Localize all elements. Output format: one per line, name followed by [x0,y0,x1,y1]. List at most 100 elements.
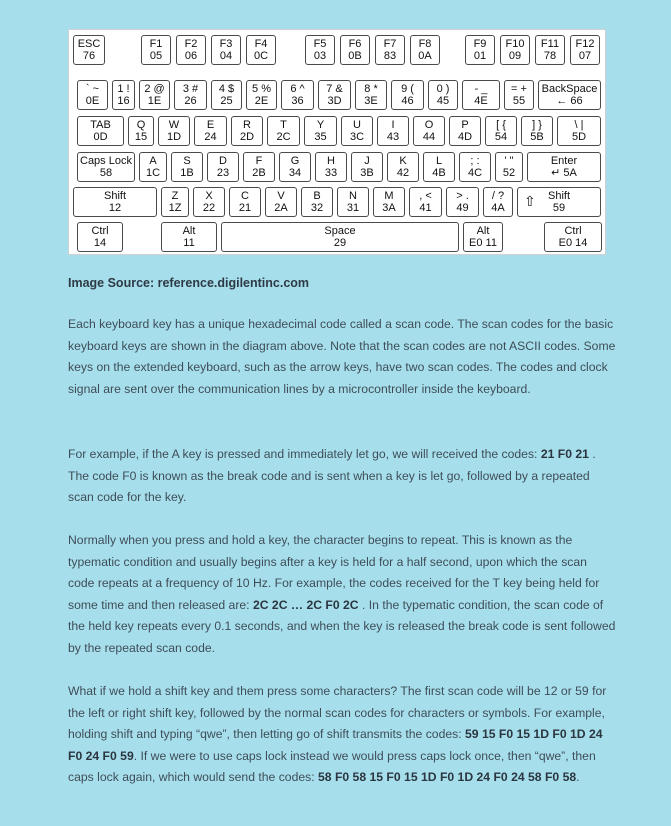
key-label: N [349,190,357,202]
scan-code: 5B [530,131,544,143]
key-m: M 3A [373,187,405,217]
scan-code: 78 [543,50,557,62]
key-label: F [255,155,263,167]
key-label: 0 ) [436,83,450,95]
key-label: C [241,190,249,202]
scan-code: 33 [324,167,338,179]
key-q: Q 15 [128,116,154,146]
scan-code: 1Z [168,202,182,214]
key-f: F 2B [243,152,275,182]
key-label: F7 [383,38,397,50]
key-rctrl: Ctrl E0 14 [544,222,602,252]
scan-code: 46 [401,95,414,107]
key-label: H [327,155,335,167]
key-u: U 3C [341,116,373,146]
scan-code: 0B [348,50,362,62]
scan-code: 49 [456,202,469,214]
shift-arrow-icon: ⇧ [524,193,536,209]
p4-text-after: . [576,770,580,784]
paragraph-scan-codes: Each keyboard key has a unique hexadecim… [68,317,616,396]
key-label: 3 # [182,83,199,95]
key-minus: - _ 4E [462,80,500,110]
key-lbracket: [ {54 [485,116,517,146]
scan-code: 36 [291,95,304,107]
key-o: O 44 [413,116,445,146]
scan-code: 42 [396,167,410,179]
key-equal: = +55 [504,80,534,110]
scan-code: ← 66 [556,95,583,107]
scan-code: 31 [346,202,360,214]
scan-code: 1C [145,167,161,179]
scan-code: 45 [436,95,450,107]
key-label: 9 ( [401,83,414,95]
key-k3: 3 #26 [174,80,207,110]
scan-code: 43 [386,131,400,143]
key-n: N 31 [337,187,369,217]
key-tab: TAB 0D [77,116,124,146]
scan-code: 16 [117,95,130,107]
scan-code: 83 [383,50,397,62]
key-k9: 9 (46 [391,80,424,110]
scan-code: 07 [578,50,592,62]
scan-code: 4C [467,167,483,179]
key-label: ESC [77,38,101,50]
image-source-caption: Image Source: reference.digilentinc.com [68,276,310,290]
key-label: U [353,119,361,131]
key-enter: Enter ↵ 5A [527,152,601,182]
key-f9: F9 01 [465,35,495,65]
key-backspace: BackSpace ← 66 [538,80,601,110]
key-label: , < [419,190,432,202]
scan-code: ↵ 5A [551,167,577,179]
scan-code: 3D [327,95,342,107]
key-t: T 2C [267,116,300,146]
key-f5: F5 03 [305,35,335,65]
key-label: F2 [184,38,198,50]
scan-code: 35 [314,131,327,143]
scan-code: 58 [99,167,113,179]
scan-code: 52 [502,167,516,179]
scan-code: 3C [349,131,365,143]
key-label: X [205,190,213,202]
key-f10: F10 09 [500,35,530,65]
scan-code: 1B [180,167,194,179]
key-label: 2 @ [144,83,165,95]
scan-code: 32 [310,202,324,214]
key-ralt: Alt E0 11 [463,222,503,252]
scan-code: 09 [508,50,522,62]
key-j: J 3B [351,152,383,182]
key-e: E 24 [194,116,227,146]
scan-code: 04 [219,50,233,62]
scan-code: 44 [422,131,436,143]
key-semicolon: ; :4C [459,152,491,182]
scan-code: 05 [149,50,163,62]
scan-code: E0 11 [469,237,497,249]
paragraph-shift-caps: What if we hold a shift key and them pre… [68,681,616,789]
key-label: F12 [575,38,595,50]
scan-code: 76 [82,50,96,62]
scan-code: 2D [239,131,255,143]
scan-code: 3E [364,95,378,107]
p2-code: 21 F0 21 [540,447,589,461]
key-f3: F3 04 [211,35,241,65]
scan-code: 2C [276,131,291,143]
key-k: K 42 [387,152,419,182]
key-k5: 5 % 2E [246,80,277,110]
key-label: B [313,190,321,202]
key-label: [ { [496,119,506,131]
key-label: Q [136,119,146,131]
scan-code: 03 [313,50,327,62]
key-esc: ESC 76 [73,35,105,65]
key-label: ` ~ [85,83,100,95]
key-s: S 1B [171,152,203,182]
key-k7: 7 & 3D [318,80,351,110]
key-label: L [435,155,443,167]
scan-code: 29 [333,237,347,249]
scan-code: 4B [432,167,446,179]
key-f4: F4 0C [246,35,276,65]
scan-code: 3B [360,167,374,179]
key-label: F8 [418,38,432,50]
scan-code: 55 [512,95,526,107]
key-label: - _ [474,83,488,95]
key-label: G [290,155,300,167]
key-label: J [364,155,370,167]
